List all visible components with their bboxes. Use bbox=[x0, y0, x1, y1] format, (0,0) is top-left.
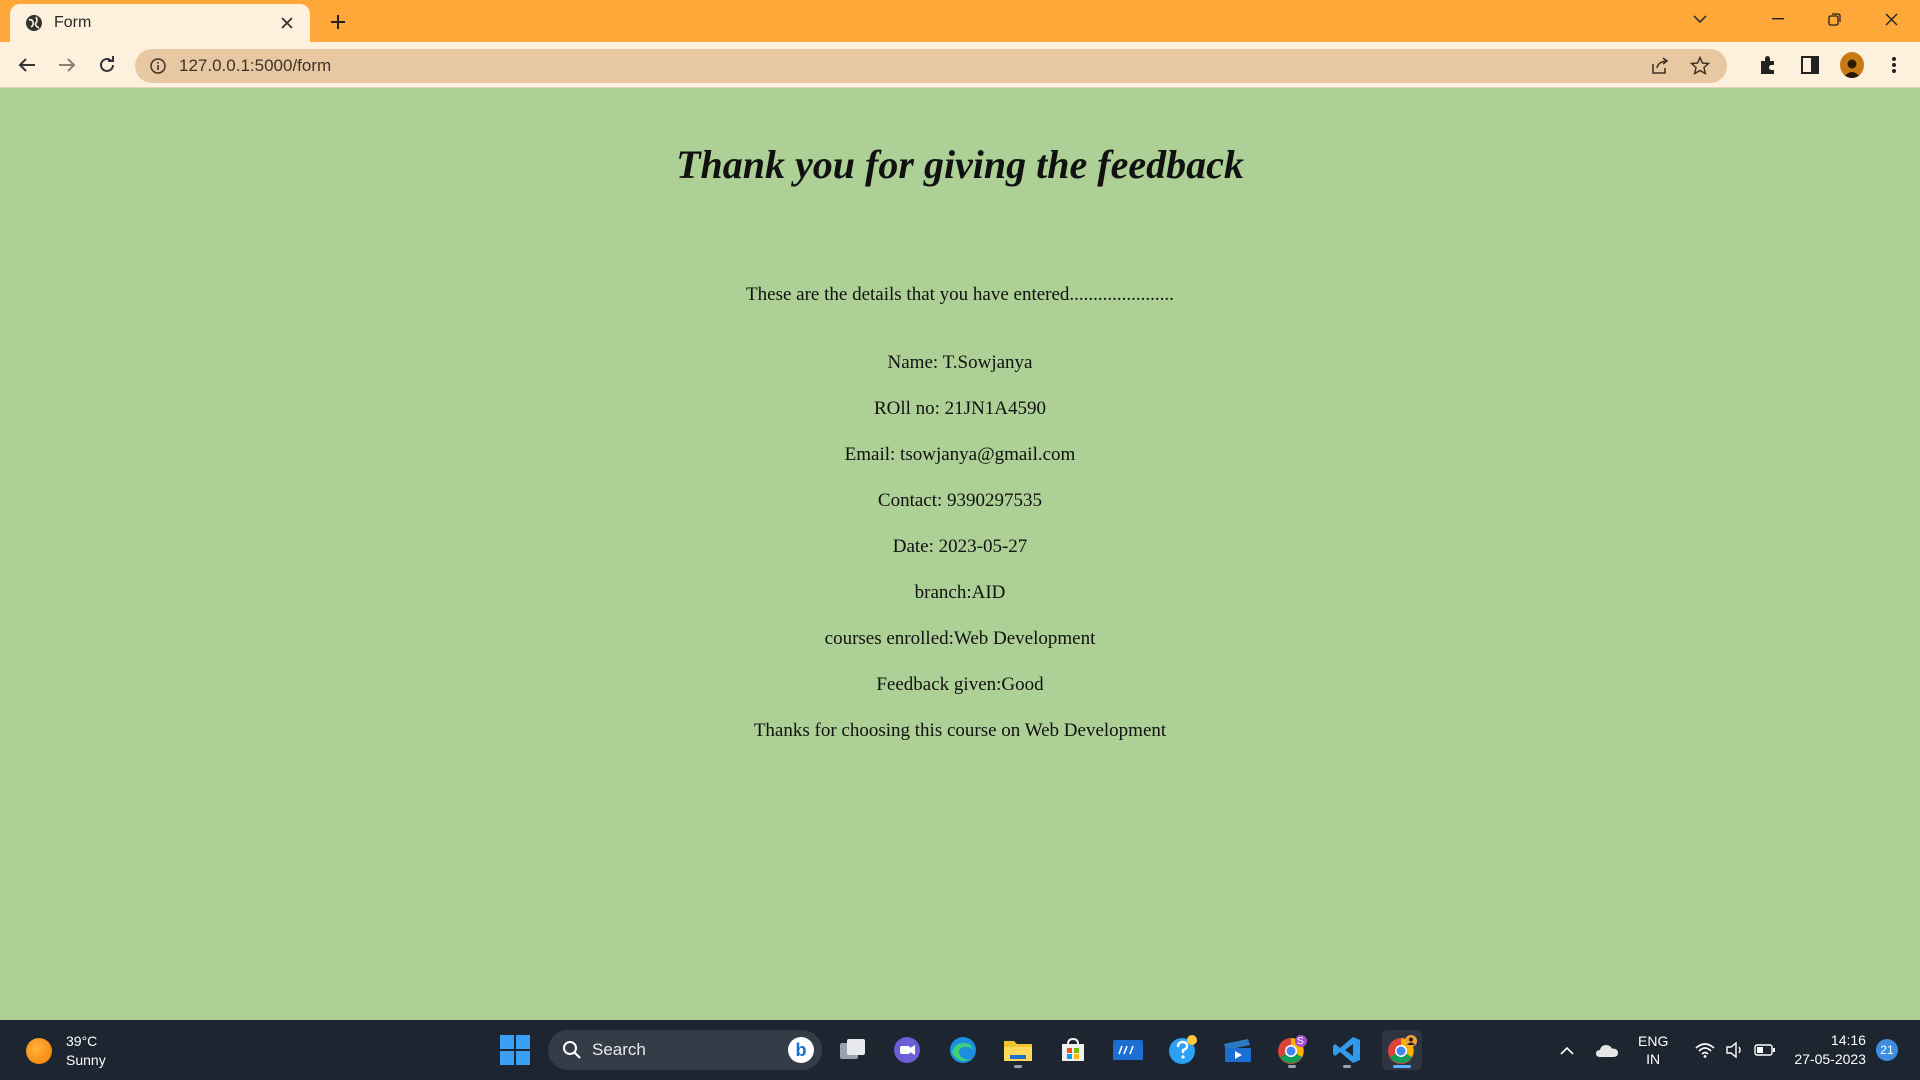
profile-person-icon bbox=[1840, 52, 1864, 78]
clock-time: 14:16 bbox=[1830, 1032, 1866, 1048]
reload-icon[interactable] bbox=[91, 49, 123, 81]
courses-field: courses enrolled:Web Development bbox=[824, 628, 1096, 649]
microsoft-store-icon[interactable] bbox=[1053, 1030, 1093, 1070]
globe-icon bbox=[24, 13, 44, 33]
forward-arrow-icon[interactable] bbox=[51, 49, 83, 81]
system-tray: ENG IN 14:16 27-05-2023 21 bbox=[1552, 1020, 1898, 1080]
window-controls bbox=[1749, 0, 1920, 38]
volume-icon[interactable] bbox=[1720, 1035, 1750, 1065]
vscode-icon[interactable] bbox=[1327, 1030, 1367, 1070]
feedback-field: Feedback given:Good bbox=[876, 674, 1044, 695]
active-indicator bbox=[1393, 1065, 1411, 1068]
date-field: Date: 2023-05-27 bbox=[892, 536, 1028, 557]
file-explorer-icon[interactable] bbox=[998, 1030, 1038, 1070]
weather-description: Sunny bbox=[66, 1052, 106, 1068]
onedrive-cloud-icon[interactable] bbox=[1592, 1035, 1622, 1065]
browser-tab-bar: Form bbox=[0, 0, 1920, 42]
extensions-puzzle-icon[interactable] bbox=[1756, 53, 1780, 77]
close-tab-icon[interactable] bbox=[276, 12, 298, 34]
edge-browser-icon[interactable] bbox=[943, 1030, 983, 1070]
url-text: 127.0.0.1:5000/form bbox=[179, 56, 332, 75]
notification-badge[interactable]: 21 bbox=[1875, 1039, 1898, 1061]
intro-text: These are the details that you have ente… bbox=[746, 284, 1174, 305]
system-clock[interactable]: 14:16 27-05-2023 bbox=[1794, 1031, 1866, 1069]
email-field: Email: tsowjanya@gmail.com bbox=[844, 444, 1076, 465]
chrome-active-icon[interactable] bbox=[1382, 1030, 1422, 1070]
taskbar: 39°C Sunny Search b S ENG IN 14:16 27-05… bbox=[0, 1020, 1920, 1080]
share-icon[interactable] bbox=[1649, 55, 1671, 77]
chrome-profile-s-icon[interactable]: S bbox=[1272, 1030, 1312, 1070]
running-indicator bbox=[1288, 1065, 1296, 1068]
windows-start-icon[interactable] bbox=[500, 1035, 530, 1065]
back-arrow-icon[interactable] bbox=[11, 49, 43, 81]
restore-button[interactable] bbox=[1806, 0, 1863, 38]
language-indicator[interactable]: ENG IN bbox=[1638, 1032, 1668, 1068]
roll-number-field: ROll no: 21JN1A4590 bbox=[873, 398, 1047, 419]
language-code: ENG bbox=[1638, 1033, 1669, 1049]
running-indicator bbox=[1343, 1065, 1351, 1068]
wifi-icon[interactable] bbox=[1690, 1035, 1720, 1065]
close-window-button[interactable] bbox=[1863, 0, 1920, 38]
teams-chat-icon[interactable] bbox=[887, 1030, 927, 1070]
tab-title: Form bbox=[54, 14, 92, 31]
chevron-up-icon[interactable] bbox=[1552, 1035, 1582, 1065]
tab-search-chevron-icon[interactable] bbox=[1680, 0, 1720, 38]
minimize-button[interactable] bbox=[1749, 0, 1806, 38]
contact-field: Contact: 9390297535 bbox=[877, 490, 1043, 511]
new-tab-button[interactable] bbox=[324, 8, 352, 36]
page-content: Thank you for giving the feedback These … bbox=[0, 88, 1920, 1020]
search-icon bbox=[563, 1041, 581, 1059]
help-app-icon[interactable] bbox=[1163, 1030, 1203, 1070]
movies-app-icon[interactable] bbox=[1218, 1030, 1258, 1070]
browser-tab[interactable]: Form bbox=[10, 4, 310, 42]
profile-avatar[interactable] bbox=[1840, 52, 1864, 78]
task-view-icon[interactable] bbox=[833, 1030, 873, 1070]
bookmark-star-icon[interactable] bbox=[1689, 55, 1711, 77]
side-panel-icon[interactable] bbox=[1798, 53, 1822, 77]
bing-icon[interactable]: b bbox=[788, 1037, 814, 1063]
taskbar-search[interactable]: Search b bbox=[548, 1030, 822, 1070]
thanks-message: Thanks for choosing this course on Web D… bbox=[753, 720, 1167, 741]
battery-icon[interactable] bbox=[1750, 1035, 1780, 1065]
myhp-app-icon[interactable] bbox=[1108, 1030, 1148, 1070]
page-heading: Thank you for giving the feedback bbox=[676, 142, 1244, 187]
branch-field: branch:AID bbox=[914, 582, 1006, 603]
region-code: IN bbox=[1646, 1051, 1661, 1067]
name-field: Name: T.Sowjanya bbox=[887, 352, 1033, 373]
kebab-menu-icon[interactable] bbox=[1882, 53, 1906, 77]
search-label: Search bbox=[592, 1040, 646, 1059]
browser-toolbar: 127.0.0.1:5000/form bbox=[0, 42, 1920, 88]
running-indicator bbox=[1014, 1065, 1022, 1068]
clock-date: 27-05-2023 bbox=[1794, 1051, 1866, 1067]
chrome-profile-badge: S bbox=[1297, 1036, 1304, 1047]
address-bar[interactable]: 127.0.0.1:5000/form bbox=[135, 49, 1727, 83]
sun-icon bbox=[26, 1038, 52, 1064]
weather-temperature: 39°C bbox=[66, 1033, 98, 1049]
weather-widget[interactable]: 39°C Sunny bbox=[26, 1032, 106, 1070]
site-info-icon[interactable] bbox=[149, 57, 167, 75]
